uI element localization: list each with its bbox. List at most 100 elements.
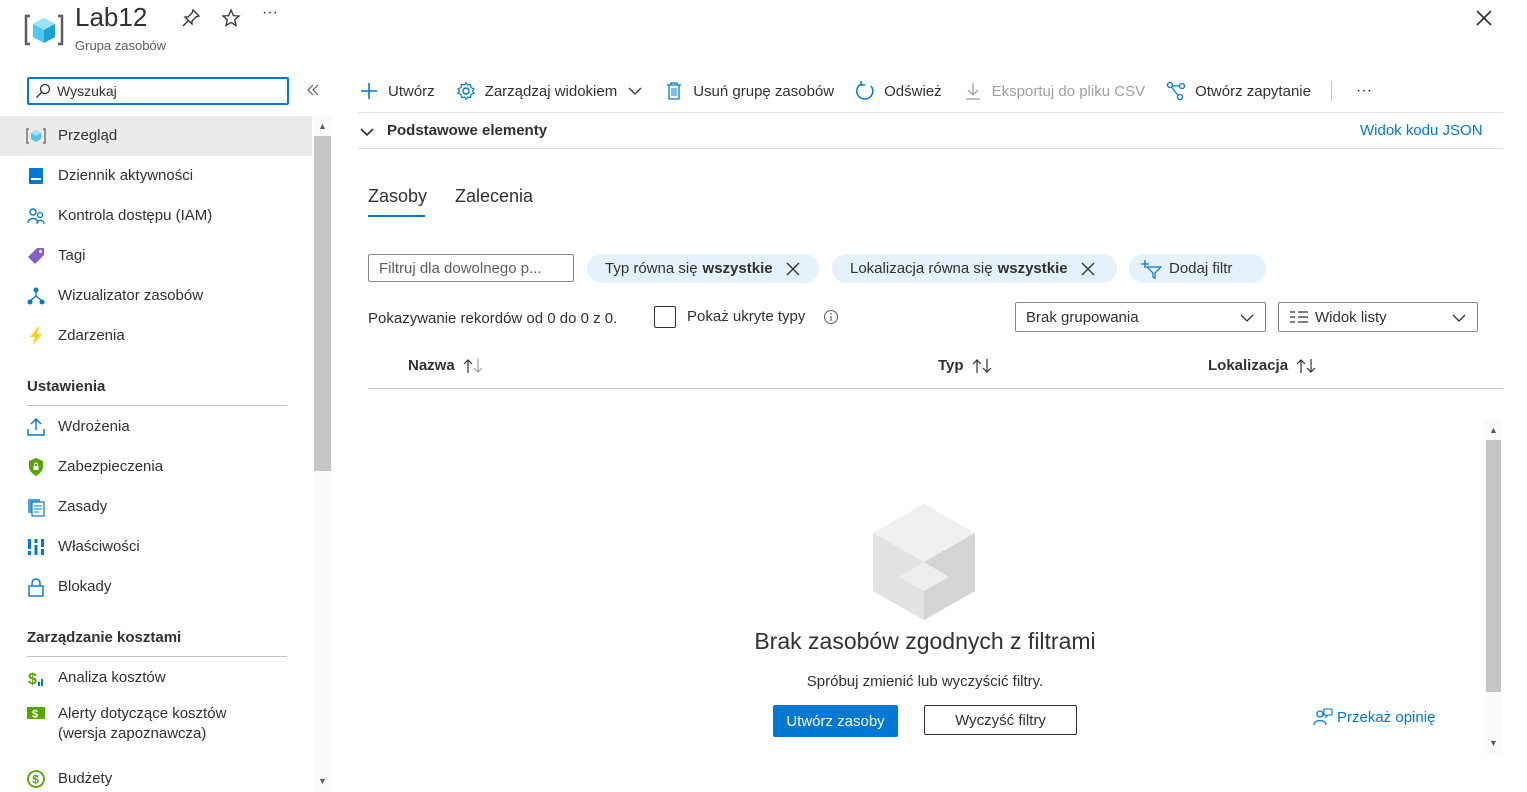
sidebar-item-label: Właściwości: [58, 538, 140, 555]
create-button[interactable]: Utwórz: [358, 74, 435, 108]
section-settings: Ustawienia: [27, 378, 106, 395]
budgets-icon: $: [26, 769, 46, 789]
column-header-location[interactable]: Lokalizacja: [1208, 357, 1318, 374]
sidebar-item-deployments[interactable]: Wdrożenia: [0, 407, 312, 447]
pin-icon[interactable]: [181, 8, 201, 28]
lightning-icon: [26, 326, 46, 346]
close-icon[interactable]: [1472, 6, 1496, 30]
open-query-button[interactable]: Otwórz zapytanie: [1165, 74, 1311, 108]
create-label: Utwórz: [388, 82, 435, 100]
sidebar-item-label: Przegląd: [58, 127, 118, 144]
create-resources-button[interactable]: Utwórz zasoby: [773, 705, 898, 737]
open-query-label: Otwórz zapytanie: [1195, 82, 1311, 100]
deployments-icon: [26, 417, 46, 437]
chevron-down-icon[interactable]: [359, 124, 375, 140]
chevron-down-icon: [627, 83, 643, 99]
cost-alerts-label-line2: (wersja zapoznawcza): [58, 725, 207, 742]
sidebar-search[interactable]: [27, 77, 289, 105]
sidebar-item-label: Budżety: [58, 770, 113, 787]
active-tab-indicator: [368, 215, 425, 217]
list-view-icon: [1289, 310, 1309, 324]
sidebar-item-security[interactable]: Zabezpieczenia: [0, 447, 312, 487]
cost-alerts-label-line1: Alerty dotyczące kosztów: [58, 705, 227, 722]
sidebar-item-label: Alerty dotyczące kosztów (wersja zapozna…: [58, 704, 226, 744]
star-icon[interactable]: [221, 8, 241, 28]
type-filter-prefix: Typ równa się: [605, 260, 698, 277]
feedback-link[interactable]: Przekaż opinię: [1313, 707, 1435, 727]
add-filter-label: Dodaj filtr: [1169, 260, 1233, 277]
content-scrollbar-thumb[interactable]: [1486, 440, 1501, 692]
tab-recommendations[interactable]: Zalecenia: [455, 186, 533, 207]
sidebar-item-visualizer[interactable]: Wizualizator zasobów: [0, 276, 312, 316]
sidebar-item-label: Zabezpieczenia: [58, 458, 164, 475]
sidebar-scrollbar-thumb[interactable]: [314, 136, 331, 471]
chevron-down-icon: [1451, 310, 1467, 326]
collapse-sidebar-icon[interactable]: [305, 82, 321, 98]
feedback-icon: [1313, 707, 1333, 727]
svg-text:$: $: [28, 671, 37, 688]
view-mode-dropdown[interactable]: Widok listy: [1278, 302, 1478, 332]
scroll-up-arrow-icon[interactable]: ▲: [1484, 422, 1503, 438]
sidebar-item-locks[interactable]: Blokady: [0, 567, 312, 607]
feedback-label: Przekaż opinię: [1337, 708, 1436, 726]
chevron-down-icon: [1239, 310, 1255, 326]
activity-log-icon: [26, 166, 46, 186]
clear-filters-button[interactable]: Wyczyść filtry: [924, 705, 1077, 735]
cost-analysis-icon: $: [26, 668, 46, 688]
properties-icon: [26, 537, 46, 557]
section-cost-management: Zarządzanie kosztami: [27, 629, 182, 646]
cost-alerts-icon: $: [26, 704, 46, 724]
sidebar-item-activity-log[interactable]: Dziennik aktywności: [0, 156, 312, 196]
header-more-icon[interactable]: ···: [262, 4, 278, 22]
sidebar-item-properties[interactable]: Właściwości: [0, 527, 312, 567]
section-divider: [27, 656, 287, 657]
sidebar-item-label: Blokady: [58, 578, 112, 595]
essentials-toggle[interactable]: Podstawowe elementy: [387, 122, 547, 139]
filter-input[interactable]: [368, 254, 574, 282]
manage-view-label: Zarządzaj widokiem: [484, 82, 618, 100]
sidebar-search-input[interactable]: [57, 83, 257, 99]
column-header-label: Nazwa: [408, 357, 455, 374]
empty-state-title: Brak zasobów zgodnych z filtrami: [754, 628, 1096, 654]
sidebar-item-budgets[interactable]: $ Budżety: [0, 759, 312, 792]
scroll-up-arrow-icon[interactable]: ▲: [313, 118, 332, 134]
empty-state: Brak zasobów zgodnych z filtrami Spróbuj…: [700, 0, 1150, 792]
toolbar-more-icon[interactable]: ···: [1356, 74, 1372, 108]
sort-ascending-icon: [463, 358, 485, 374]
records-count: Pokazywanie rekordów od 0 do 0 z 0.: [368, 310, 618, 327]
tab-resources[interactable]: Zasoby: [368, 186, 427, 207]
empty-state-subtitle: Spróbuj zmienić lub wyczyścić filtry.: [806, 673, 1044, 690]
sort-icon: [1296, 358, 1318, 374]
sidebar-item-label: Analiza kosztów: [58, 669, 166, 686]
sidebar-item-iam[interactable]: Kontrola dostępu (IAM): [0, 196, 312, 236]
search-icon: [35, 83, 51, 99]
sidebar-item-label: Wdrożenia: [58, 418, 130, 435]
trash-icon: [663, 80, 685, 102]
json-view-link[interactable]: Widok kodu JSON: [1360, 122, 1483, 139]
lock-icon: [26, 577, 46, 597]
column-header-name[interactable]: Nazwa: [408, 357, 485, 374]
scroll-down-arrow-icon[interactable]: ▼: [1484, 735, 1503, 751]
sidebar-item-cost-analysis[interactable]: $ Analiza kosztów: [0, 658, 312, 698]
section-divider: [27, 405, 287, 406]
iam-icon: [26, 206, 46, 226]
sidebar-item-events[interactable]: Zdarzenia: [0, 316, 312, 356]
tag-icon: [26, 246, 46, 266]
sidebar-item-label: Tagi: [58, 247, 86, 264]
gear-icon: [455, 80, 477, 102]
query-graph-icon: [1165, 80, 1187, 102]
sidebar-item-label: Zdarzenia: [58, 327, 125, 344]
sidebar-item-overview[interactable]: Przegląd: [0, 116, 312, 156]
svg-text:$: $: [32, 773, 39, 787]
resource-group-logo-icon: [24, 10, 64, 50]
sidebar-item-cost-alerts[interactable]: $ Alerty dotyczące kosztów (wersja zapoz…: [0, 698, 312, 750]
show-hidden-types-checkbox[interactable]: [654, 306, 676, 328]
sidebar-item-label: Zasady: [58, 498, 108, 515]
manage-view-button[interactable]: Zarządzaj widokiem: [455, 74, 644, 108]
sidebar-item-tags[interactable]: Tagi: [0, 236, 312, 276]
resource-group-icon: [26, 126, 46, 146]
sidebar-item-policies[interactable]: Zasady: [0, 487, 312, 527]
policies-icon: [26, 497, 46, 517]
scroll-down-arrow-icon[interactable]: ▼: [313, 773, 332, 789]
view-mode-selected: Widok listy: [1315, 308, 1387, 326]
